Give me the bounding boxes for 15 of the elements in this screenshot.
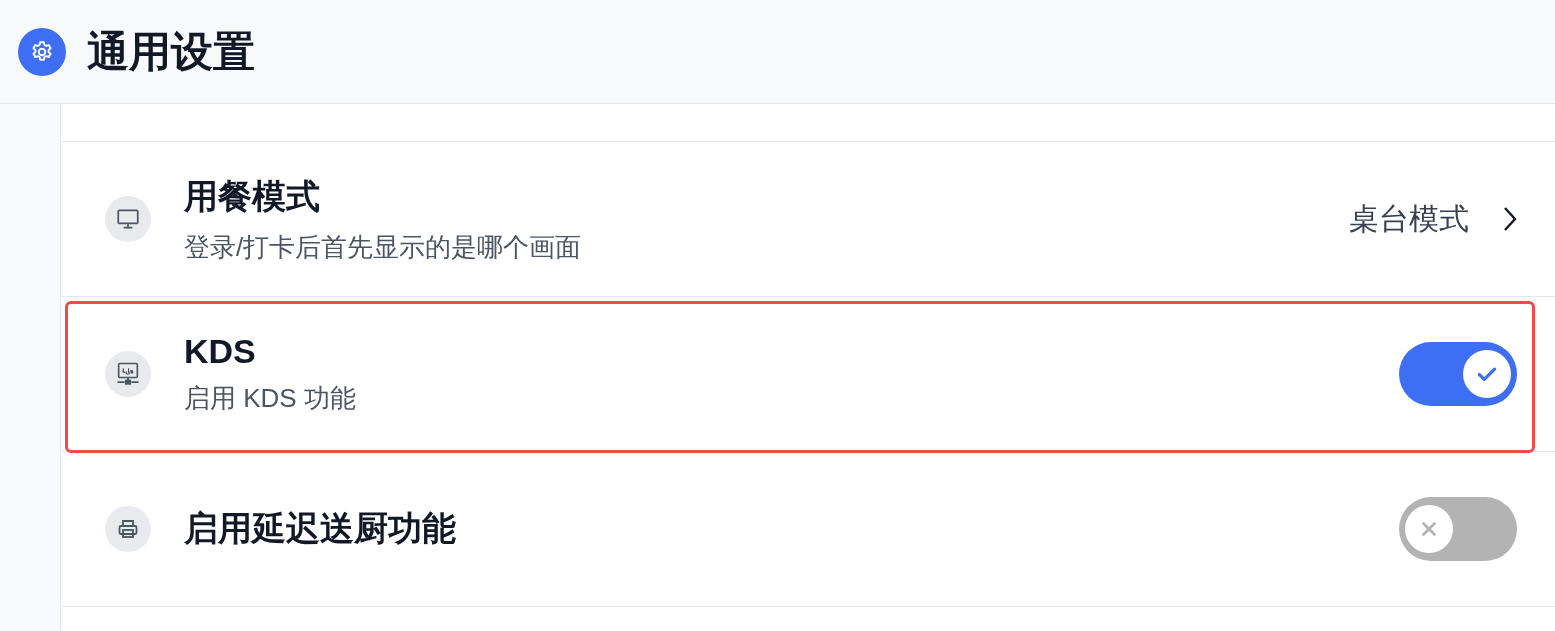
page-title: 通用设置 (87, 26, 255, 77)
setting-description: 启用 KDS 功能 (184, 382, 357, 415)
printer-icon (105, 506, 151, 552)
setting-value: 桌台模式 (1349, 200, 1469, 237)
monitor-icon (105, 196, 151, 242)
settings-row[interactable]: 启用延迟送厨功能 (61, 452, 1555, 607)
setting-title: KDS (184, 332, 257, 371)
kds-monitor-icon (105, 351, 151, 397)
setting-title: 用餐模式 (184, 175, 321, 217)
settings-row[interactable]: 用餐模式 登录/打卡后首先显示的是哪个画面 桌台模式 (61, 142, 1555, 297)
settings-icon (18, 27, 66, 76)
setting-description: 登录/打卡后首先显示的是哪个画面 (184, 230, 583, 264)
chevron-right-icon (1503, 206, 1517, 232)
setting-title: 启用延迟送厨功能 (184, 508, 457, 549)
settings-row[interactable]: KDS 启用 KDS 功能 (61, 297, 1555, 452)
